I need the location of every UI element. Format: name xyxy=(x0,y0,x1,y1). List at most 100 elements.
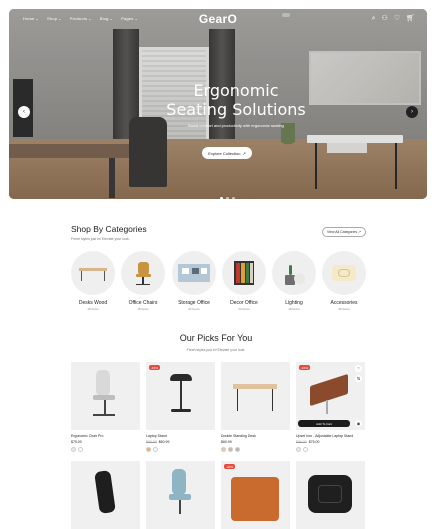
quick-view-eye-icon[interactable]: ◉ xyxy=(355,420,362,427)
categories-title: Shop By Categories xyxy=(71,224,147,234)
hero-subtitle: Boost comfort and productivity with ergo… xyxy=(188,123,284,128)
slider-prev-button[interactable]: ‹ xyxy=(18,106,30,118)
price-old: $90.00 xyxy=(296,440,307,444)
color-swatch[interactable] xyxy=(235,447,240,452)
slider-next-button[interactable]: › xyxy=(406,106,418,118)
chevron-right-icon: › xyxy=(411,109,413,115)
category-count: 30 Items xyxy=(338,307,350,311)
category-image xyxy=(222,251,266,295)
category-name: Decor Office xyxy=(230,300,258,306)
site-logo[interactable]: GearO xyxy=(9,12,427,26)
product-image[interactable]: -15% ♡ ⇅ Add To Cart ◉ xyxy=(296,362,365,430)
search-icon[interactable]: ⌕ xyxy=(372,15,376,23)
product-card[interactable] xyxy=(146,461,215,529)
category-image xyxy=(272,251,316,295)
price-current: $60.99 xyxy=(158,440,170,444)
category-storage-office[interactable]: Storage Office 22 Items xyxy=(172,251,216,311)
category-lighting[interactable]: Lighting 18 Items xyxy=(272,251,316,311)
product-image[interactable]: -20% xyxy=(221,461,290,529)
category-image xyxy=(71,251,115,295)
category-count: 15 Items xyxy=(87,307,99,311)
category-count: 24 Items xyxy=(238,307,250,311)
header-actions: ⌕ ⚇ ♡ 🛒︎ xyxy=(372,15,415,23)
category-image xyxy=(322,251,366,295)
discount-badge: -15% xyxy=(149,365,161,370)
color-swatch[interactable] xyxy=(303,447,308,452)
button-label: View All Categories xyxy=(326,230,358,234)
category-accessories[interactable]: Accessories 30 Items xyxy=(322,251,366,311)
product-price: $90.00 $60.99 xyxy=(146,440,215,444)
product-image[interactable] xyxy=(71,461,140,529)
color-swatch[interactable] xyxy=(146,447,151,452)
product-image[interactable]: -15% xyxy=(146,362,215,430)
product-image[interactable] xyxy=(296,461,365,529)
product-card[interactable]: Double Standing Desk $60.99 xyxy=(221,362,290,452)
category-name: Office Chairs xyxy=(128,300,158,306)
color-swatches xyxy=(71,447,140,452)
compare-icon[interactable]: ⇅ xyxy=(355,375,362,382)
product-card[interactable]: -20% xyxy=(221,461,290,529)
category-office-chairs[interactable]: Office Chairs 15 Items xyxy=(121,251,165,311)
slider-dot[interactable] xyxy=(232,197,235,199)
product-card[interactable] xyxy=(71,461,140,529)
user-icon[interactable]: ⚇ xyxy=(382,15,388,23)
color-swatch[interactable] xyxy=(296,447,301,452)
product-image[interactable] xyxy=(221,362,290,430)
product-image[interactable] xyxy=(146,461,215,529)
color-swatches xyxy=(146,447,215,452)
top-navigation: Home ⌄ Shop ⌄ Products ⌄ Blog ⌄ Pages ⌄ GearO… xyxy=(9,9,427,31)
product-card[interactable]: Ergonomic Chair Pro $75.00 xyxy=(71,362,140,452)
hero-title-line: Seating Solutions xyxy=(166,100,306,119)
color-swatches xyxy=(296,447,365,452)
add-to-cart-button[interactable]: Add To Cart xyxy=(298,420,350,427)
color-swatch[interactable] xyxy=(221,447,226,452)
category-name: Desks Wood xyxy=(78,300,108,306)
explore-collection-button[interactable]: Explore Collection ↗ xyxy=(202,147,252,159)
discount-badge: -15% xyxy=(299,365,311,370)
product-name[interactable]: Laptop Stand xyxy=(146,434,215,438)
arrow-up-right-icon: ↗ xyxy=(358,230,361,234)
price-old: $90.00 xyxy=(146,440,157,444)
color-swatch[interactable] xyxy=(78,447,83,452)
product-name[interactable]: Double Standing Desk xyxy=(221,434,290,438)
wishlist-heart-icon[interactable]: ♡ xyxy=(355,365,362,372)
hero-indicator-pill xyxy=(282,13,290,17)
category-image xyxy=(121,251,165,295)
color-swatch[interactable] xyxy=(71,447,76,452)
category-count: 22 Items xyxy=(188,307,200,311)
categories-header: Shop By Categories Fresh styles just in!… xyxy=(71,224,147,241)
category-count: 15 Items xyxy=(137,307,149,311)
product-image[interactable] xyxy=(71,362,140,430)
slider-dots xyxy=(220,197,235,199)
product-card[interactable] xyxy=(296,461,365,529)
product-name[interactable]: Ergonomic Chair Pro xyxy=(71,434,140,438)
product-card[interactable]: -15% Laptop Stand $90.00 $60.99 xyxy=(146,362,215,452)
color-swatch[interactable] xyxy=(153,447,158,452)
product-name[interactable]: Upset Iron - Adjustable Laptop Stand xyxy=(296,434,365,438)
color-swatches xyxy=(221,447,290,452)
hero-title: Ergonomic Seating Solutions xyxy=(9,81,427,119)
category-count: 18 Items xyxy=(288,307,300,311)
categories-subtitle: Fresh styles just in! Elevate your look. xyxy=(71,237,130,241)
button-label: Explore Collection xyxy=(208,150,241,156)
slider-dot[interactable] xyxy=(220,197,223,199)
category-name: Lighting xyxy=(285,300,303,306)
product-price: $60.99 xyxy=(221,440,290,444)
category-name: Accessories xyxy=(330,300,358,306)
discount-badge: -20% xyxy=(224,464,236,469)
chevron-left-icon: ‹ xyxy=(23,109,25,115)
view-all-categories-button[interactable]: View All Categories ↗ xyxy=(322,227,366,237)
slider-dot[interactable] xyxy=(226,197,229,199)
category-desks-wood[interactable]: Desks Wood 15 Items xyxy=(71,251,115,311)
price-current: $60.99 xyxy=(221,440,232,444)
product-price: $90.00 $75.00 xyxy=(296,440,365,444)
category-name: Storage Office xyxy=(178,300,210,306)
picks-subtitle: Fresh styles just in! Elevate your look. xyxy=(186,348,246,352)
heart-icon[interactable]: ♡ xyxy=(394,15,400,23)
hero-banner: Home ⌄ Shop ⌄ Products ⌄ Blog ⌄ Pages ⌄ GearO… xyxy=(9,9,427,199)
cart-icon[interactable]: 🛒︎ xyxy=(406,15,415,23)
price-current: $75.00 xyxy=(308,440,320,444)
color-swatch[interactable] xyxy=(228,447,233,452)
category-decor-office[interactable]: Decor Office 24 Items xyxy=(222,251,266,311)
product-card[interactable]: -15% ♡ ⇅ Add To Cart ◉ Upset Iron - Adju… xyxy=(296,362,365,452)
